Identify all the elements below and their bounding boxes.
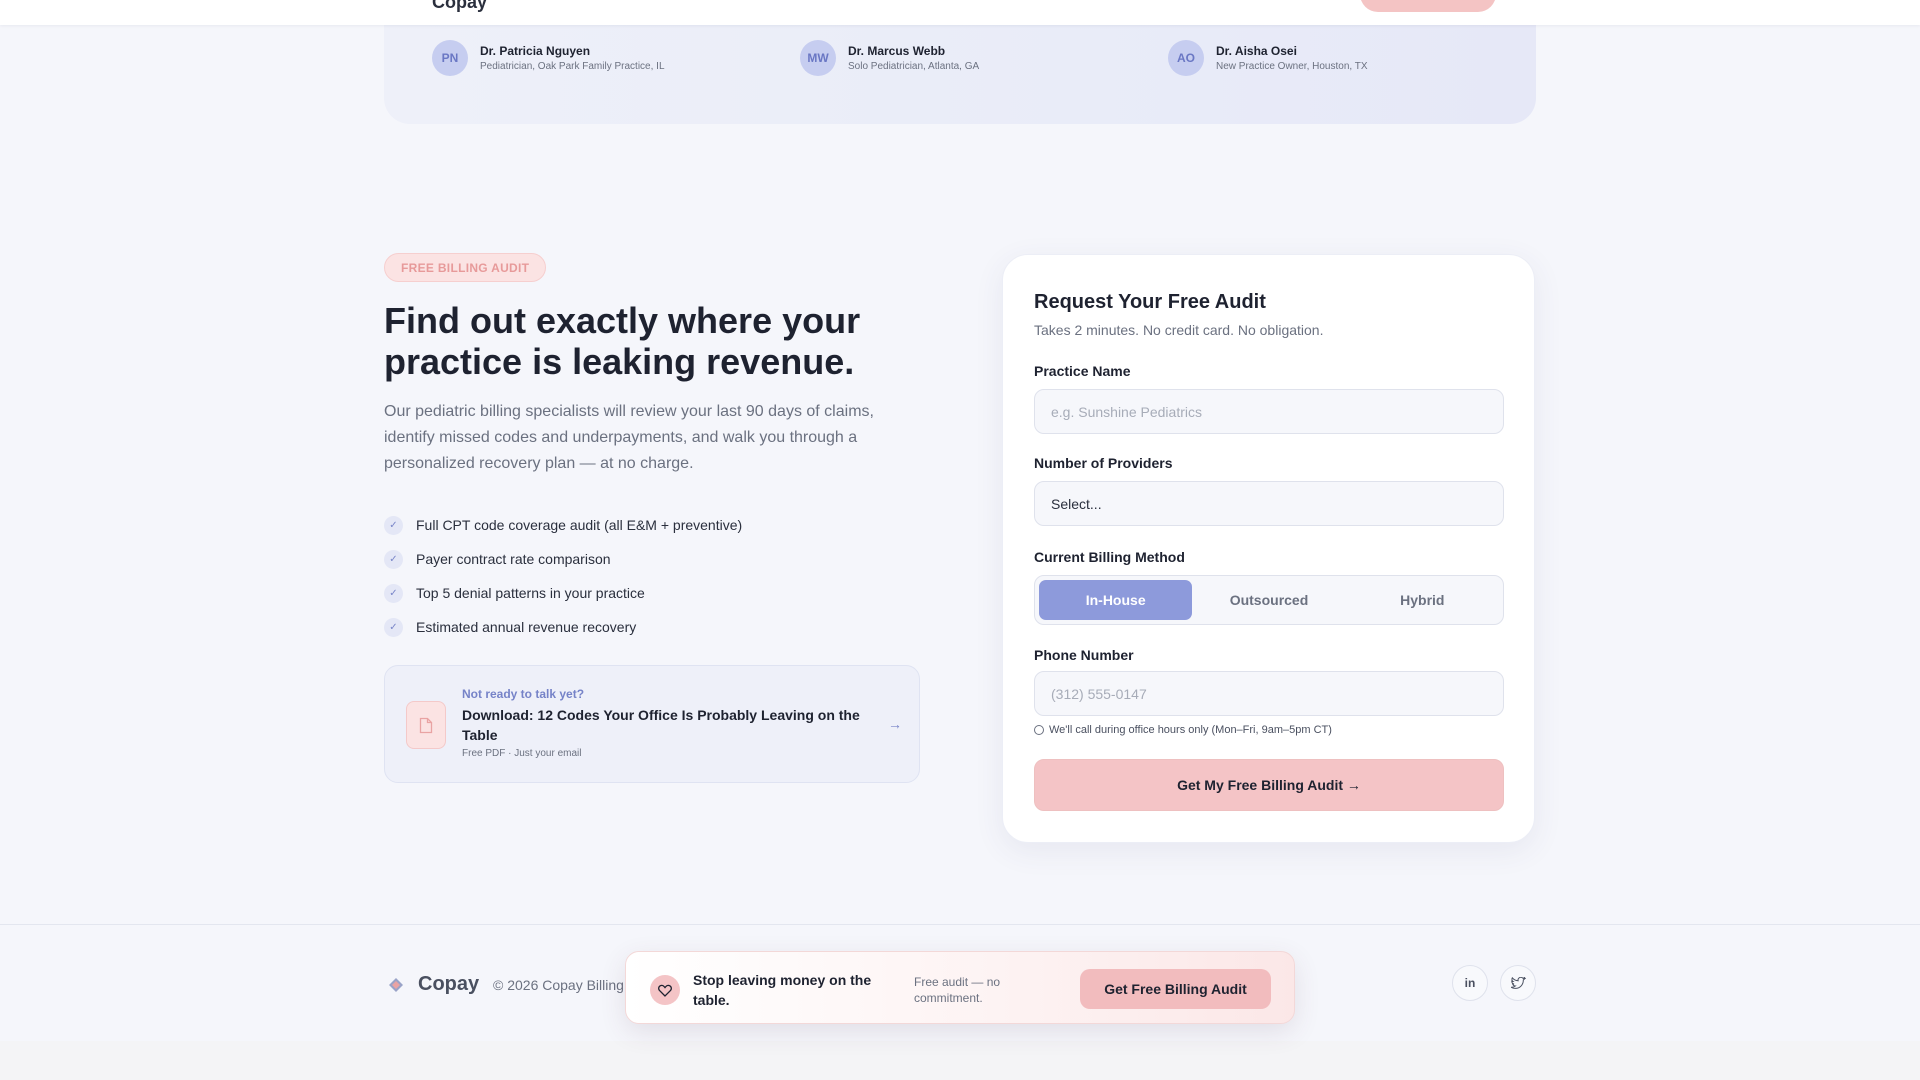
cta-subtext: Free audit — no commitment.	[914, 975, 1001, 1005]
avatar: MW	[800, 40, 836, 76]
section-lead: Our pediatric billing specialists will r…	[384, 403, 874, 472]
download-pdf-card[interactable]: Not ready to talk yet? Download: 12 Code…	[384, 665, 920, 783]
audit-request-form: Request Your Free Audit Takes 2 minutes.…	[1002, 254, 1535, 843]
twitter-icon[interactable]	[1500, 965, 1536, 1001]
nav-logo[interactable]: Copay	[432, 0, 487, 13]
section-headline: Find out exactly where your practice is …	[384, 300, 861, 382]
checklist-item: ✓ Estimated annual revenue recovery	[384, 610, 742, 644]
method-option-hybrid[interactable]: Hybrid	[1346, 580, 1499, 620]
testimonial-author: PN Dr. Patricia Nguyen Pediatrician, Oak…	[432, 40, 665, 76]
top-nav: Copay	[0, 0, 1920, 25]
form-subtitle: Takes 2 minutes. No credit card. No obli…	[1034, 322, 1324, 338]
logo-icon	[389, 977, 403, 992]
download-kicker: Not ready to talk yet?	[462, 687, 585, 701]
author-name: Dr. Patricia Nguyen	[480, 44, 591, 58]
call-hours-hint: We'll call during office hours only (Mon…	[1034, 724, 1332, 736]
practice-name-input[interactable]	[1034, 389, 1504, 434]
phone-label: Phone Number	[1034, 647, 1134, 663]
testimonial-author: MW Dr. Marcus Webb Solo Pediatrician, At…	[800, 40, 979, 76]
checklist-text: Estimated annual revenue recovery	[416, 619, 637, 635]
nav-cta-button[interactable]	[1360, 0, 1496, 12]
practice-name-label: Practice Name	[1034, 363, 1131, 379]
avatar: PN	[432, 40, 468, 76]
sticky-cta-bar: Stop leaving money on the table. Free au…	[625, 951, 1295, 1024]
check-icon: ✓	[384, 617, 403, 637]
page-bottom-area	[0, 1041, 1920, 1080]
phone-input[interactable]	[1034, 671, 1504, 716]
download-meta: Free PDF · Just your email	[462, 748, 582, 759]
author-name: Dr. Aisha Osei	[1216, 44, 1297, 58]
document-icon	[406, 701, 446, 749]
check-icon: ✓	[384, 515, 403, 535]
section-badge: FREE BILLING AUDIT	[384, 253, 547, 282]
providers-label: Number of Providers	[1034, 455, 1173, 471]
download-title: Download: 12 Codes Your Office Is Probab…	[462, 707, 860, 743]
linkedin-icon[interactable]: in	[1452, 965, 1488, 1001]
checklist-item: ✓ Full CPT code coverage audit (all E&M +…	[384, 508, 742, 542]
avatar: AO	[1168, 40, 1204, 76]
checklist-item: ✓ Payer contract rate comparison	[384, 542, 742, 576]
providers-select[interactable]: Select...	[1034, 481, 1504, 526]
method-option-outsourced[interactable]: Outsourced	[1192, 580, 1345, 620]
copyright: © 2026 Copay Billing	[493, 977, 624, 993]
cta-message: Stop leaving money on the table.	[693, 972, 872, 1008]
footer-logo[interactable]: Copay	[388, 973, 479, 996]
check-icon: ✓	[384, 549, 403, 569]
author-role: Pediatrician, Oak Park Family Practice, …	[480, 61, 665, 72]
checklist-text: Top 5 denial patterns in your practice	[416, 585, 645, 601]
get-free-billing-audit-button[interactable]: Get Free Billing Audit	[1080, 969, 1271, 1009]
form-title: Request Your Free Audit	[1034, 291, 1266, 313]
footer-brand: Copay	[418, 973, 480, 995]
testimonial-author: AO Dr. Aisha Osei New Practice Owner, Ho…	[1168, 40, 1368, 76]
clock-icon	[1034, 725, 1044, 735]
checklist-item: ✓ Top 5 denial patterns in your practice	[384, 576, 742, 610]
benefit-checklist: ✓ Full CPT code coverage audit (all E&M +…	[384, 508, 742, 644]
checklist-text: Full CPT code coverage audit (all E&M + …	[416, 517, 743, 533]
author-role: New Practice Owner, Houston, TX	[1216, 61, 1368, 72]
billing-method-toggle: In-House Outsourced Hybrid	[1034, 575, 1504, 625]
hint-text: We'll call during office hours only (Mon…	[1049, 724, 1332, 736]
checklist-text: Payer contract rate comparison	[416, 551, 611, 567]
arrow-right-icon: →	[888, 716, 902, 732]
submit-audit-button[interactable]: Get My Free Billing Audit →	[1034, 759, 1504, 811]
method-option-in-house[interactable]: In-House	[1039, 580, 1193, 620]
billing-method-label: Current Billing Method	[1034, 549, 1185, 565]
check-icon: ✓	[384, 583, 403, 603]
author-role: Solo Pediatrician, Atlanta, GA	[848, 61, 980, 72]
author-name: Dr. Marcus Webb	[848, 44, 946, 58]
heart-icon	[650, 975, 680, 1005]
